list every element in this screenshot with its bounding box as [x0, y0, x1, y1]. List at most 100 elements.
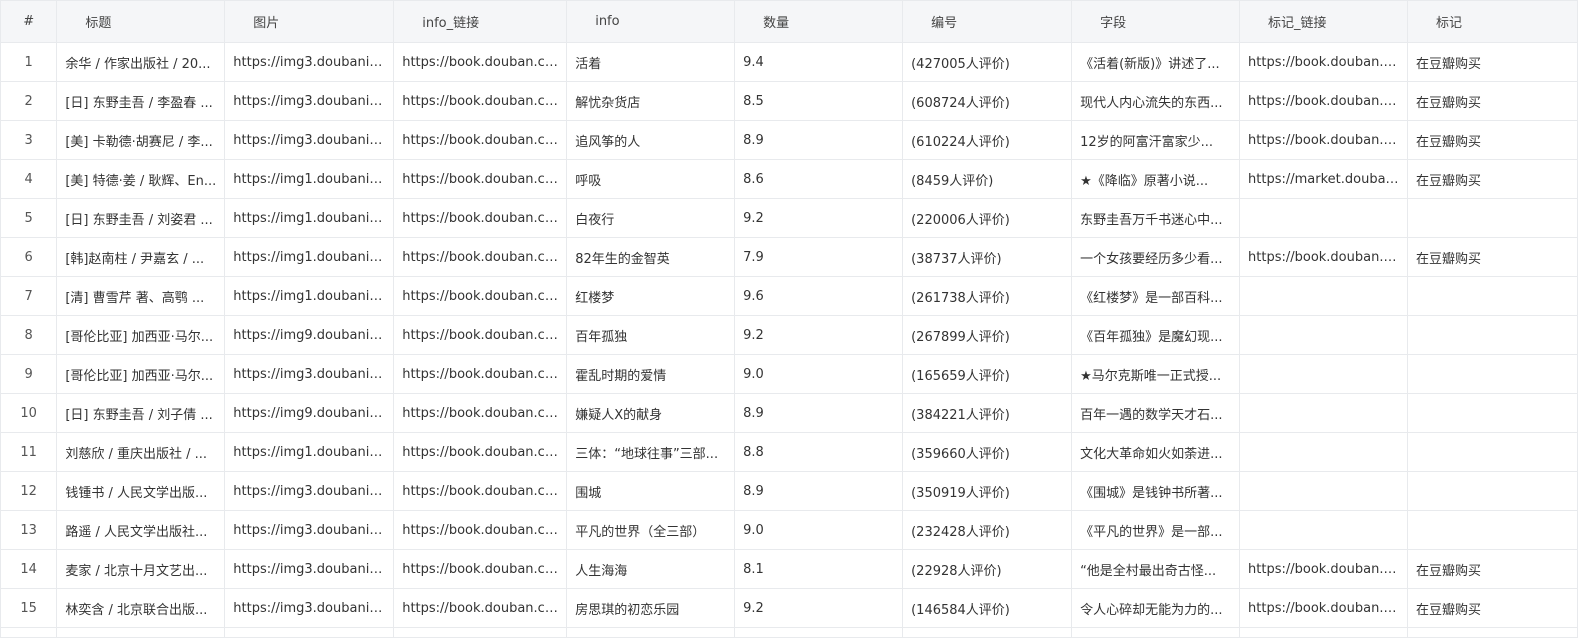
cell-info[interactable]: 红楼梦 [566, 276, 736, 316]
cell-title[interactable]: [美] 卡勒德·胡赛尼 / 李... [56, 120, 226, 160]
cell-info[interactable]: 房思琪的初恋乐园 [566, 588, 736, 628]
cell-field[interactable]: ★马尔克斯唯一正式授... [1071, 354, 1241, 394]
cell-info-link[interactable]: https://book.douban.co... [393, 549, 568, 589]
cell-count[interactable]: 8.9 [734, 393, 904, 433]
cell-tag-link[interactable] [1239, 198, 1408, 238]
cell-field[interactable]: “他是全村最出奇古怪... [1071, 549, 1241, 589]
cell-tag[interactable] [1406, 315, 1578, 355]
cell-image-url[interactable]: https://img3.doubanio... [224, 588, 395, 628]
cell-count[interactable]: 9.6 [734, 276, 904, 316]
cell-number[interactable]: (8459人评价) [902, 159, 1073, 199]
cell-info-link[interactable]: https://book.douban.co... [393, 354, 568, 394]
cell-field[interactable]: 一个女孩要经历多少看... [1071, 237, 1241, 277]
cell-number[interactable]: (261738人评价) [902, 276, 1073, 316]
cell-count[interactable]: 9.0 [734, 510, 904, 550]
table-row[interactable]: 11 刘慈欣 / 重庆出版社 / ... https://img1.doubanio… [0, 432, 1578, 472]
cell-info[interactable]: 百年孤独 [566, 315, 736, 355]
cell-image-url[interactable]: https://img1.doubanio... [224, 276, 395, 316]
cell-info[interactable]: 活着 [566, 42, 736, 82]
column-header-title[interactable]: 标题 [56, 0, 226, 43]
cell-info[interactable]: 围城 [566, 471, 736, 511]
cell-info-link[interactable]: https://book.douban.co... [393, 432, 568, 472]
cell-count[interactable]: 9.2 [734, 198, 904, 238]
row-index[interactable]: 2 [0, 81, 58, 121]
cell-title[interactable]: 余华 / 作家出版社 / 20... [56, 42, 226, 82]
row-index[interactable]: 14 [0, 549, 58, 589]
table-row[interactable]: 13 路遥 / 人民文学出版社... https://img3.doubanio..… [0, 510, 1578, 550]
cell-tag-link[interactable] [1239, 432, 1408, 472]
cell-image-url[interactable]: https://img1.doubanio... [224, 159, 395, 199]
column-header-info-link[interactable]: info_链接 [393, 0, 568, 43]
cell-number[interactable]: (359660人评价) [902, 432, 1073, 472]
cell-info[interactable]: 追风筝的人 [566, 120, 736, 160]
cell-info-link[interactable]: https://book.douban.co... [393, 198, 568, 238]
cell-image-url[interactable]: https://img3.doubanio... [224, 81, 395, 121]
cell-image-url[interactable]: https://img1.doubanio... [224, 198, 395, 238]
row-index[interactable]: 5 [0, 198, 58, 238]
cell-count[interactable]: 9.2 [734, 315, 904, 355]
cell-field[interactable]: 《活着(新版)》讲述了... [1071, 42, 1241, 82]
cell-title[interactable]: 钱锺书 / 人民文学出版... [56, 471, 226, 511]
cell-image-url[interactable]: https://img3.doubanio... [224, 471, 395, 511]
cell-tag-link[interactable]: https://market.douban... [1239, 159, 1408, 199]
cell-tag-link[interactable] [1239, 354, 1408, 394]
cell-count[interactable]: 8.9 [734, 471, 904, 511]
row-index[interactable]: 10 [0, 393, 58, 433]
cell-image-url[interactable]: https://img3.doubanio... [224, 354, 395, 394]
cell-image-url[interactable]: https://img3.doubanio... [224, 42, 395, 82]
cell-tag[interactable]: 在豆瓣购买 [1406, 120, 1578, 160]
cell-tag[interactable]: 在豆瓣购买 [1406, 42, 1578, 82]
cell-tag[interactable] [1406, 432, 1578, 472]
cell-field[interactable]: 《平凡的世界》是一部... [1071, 510, 1241, 550]
cell-count[interactable]: 8.6 [734, 159, 904, 199]
column-header-index[interactable]: # [0, 0, 58, 43]
cell-count[interactable]: 8.8 [734, 432, 904, 472]
cell-tag-link[interactable] [1239, 471, 1408, 511]
cell-info[interactable]: 霍乱时期的爱情 [566, 354, 736, 394]
column-header-field[interactable]: 字段 [1071, 0, 1241, 43]
cell-count[interactable]: 9.0 [734, 354, 904, 394]
cell-number[interactable]: (232428人评价) [902, 510, 1073, 550]
cell-info-link[interactable]: https://book.douban.co... [393, 393, 568, 433]
cell-number[interactable]: (350919人评价) [902, 471, 1073, 511]
cell-title[interactable]: 麦家 / 北京十月文艺出... [56, 549, 226, 589]
cell-title[interactable]: [韩]赵南柱 / 尹嘉玄 / ... [56, 237, 226, 277]
cell-field[interactable]: 令人心碎却无能为力的... [1071, 588, 1241, 628]
cell-number[interactable]: (146584人评价) [902, 588, 1073, 628]
row-index[interactable]: 12 [0, 471, 58, 511]
column-header-image[interactable]: 图片 [224, 0, 395, 43]
cell-info[interactable]: 解忧杂货店 [566, 81, 736, 121]
cell-title[interactable]: [日] 东野圭吾 / 刘子倩 ... [56, 393, 226, 433]
table-row[interactable]: 12 钱锺书 / 人民文学出版... https://img3.doubanio..… [0, 471, 1578, 511]
column-header-tag-link[interactable]: 标记_链接 [1239, 0, 1408, 43]
cell-tag[interactable]: 在豆瓣购买 [1406, 237, 1578, 277]
cell-tag-link[interactable] [1239, 276, 1408, 316]
cell-tag[interactable] [1406, 354, 1578, 394]
cell-info-link[interactable]: https://book.douban.co... [393, 510, 568, 550]
cell-info-link[interactable]: https://book.douban.co... [393, 471, 568, 511]
cell-info[interactable]: 平凡的世界（全三部） [566, 510, 736, 550]
table-row[interactable]: 8 [哥伦比亚] 加西亚·马尔... https://img9.doubanio..… [0, 315, 1578, 355]
cell-number[interactable]: (220006人评价) [902, 198, 1073, 238]
cell-count[interactable]: 9.2 [734, 588, 904, 628]
table-row[interactable]: 5 [日] 东野圭吾 / 刘姿君 ... https://img1.doubanio… [0, 198, 1578, 238]
cell-count[interactable]: 8.1 [734, 549, 904, 589]
table-row[interactable]: 7 [清] 曹雪芹 著、高鹗 ... https://img1.doubanio..… [0, 276, 1578, 316]
cell-field[interactable]: 百年一遇的数学天才石... [1071, 393, 1241, 433]
cell-info-link[interactable]: https://book.douban.co... [393, 588, 568, 628]
cell-title[interactable]: [日] 东野圭吾 / 李盈春 ... [56, 81, 226, 121]
cell-info-link[interactable]: https://book.douban.co... [393, 120, 568, 160]
row-index[interactable]: 8 [0, 315, 58, 355]
cell-tag[interactable] [1406, 393, 1578, 433]
cell-tag-link[interactable]: https://book.douban.c... [1239, 549, 1408, 589]
cell-info-link[interactable]: https://book.douban.co... [393, 81, 568, 121]
cell-tag-link[interactable]: https://book.douban.c... [1239, 42, 1408, 82]
cell-field[interactable]: 《红楼梦》是一部百科... [1071, 276, 1241, 316]
column-header-number[interactable]: 编号 [902, 0, 1073, 43]
cell-tag[interactable] [1406, 198, 1578, 238]
cell-image-url[interactable]: https://img3.doubanio... [224, 510, 395, 550]
cell-field[interactable]: 《百年孤独》是魔幻现... [1071, 315, 1241, 355]
cell-info-link[interactable]: https://book.douban.co... [393, 315, 568, 355]
cell-info-link[interactable]: https://book.douban.co... [393, 237, 568, 277]
cell-number[interactable]: (165659人评价) [902, 354, 1073, 394]
